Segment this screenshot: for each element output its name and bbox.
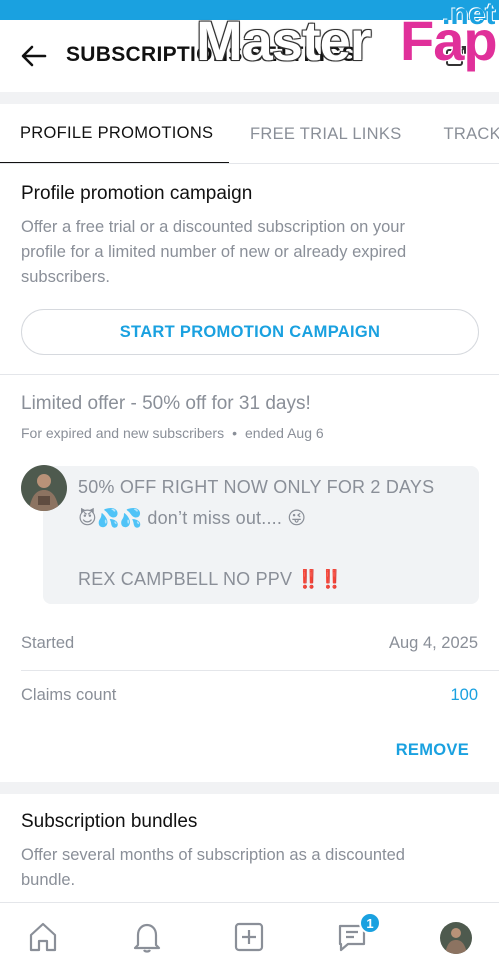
promotion-section-title: Profile promotion campaign [21,183,253,204]
offer-status: ended Aug 6 [245,425,324,441]
row-divider [21,670,499,671]
profile-avatar-icon [440,922,472,954]
plus-square-icon [234,922,264,952]
messages-badge: 1 [359,912,381,934]
offer-meta: For expired and new subscribers • ended Au… [21,425,324,441]
bottom-navigation [0,902,499,960]
remove-button[interactable]: REMOVE [396,741,469,760]
offer-message-line-3: REX CAMPBELL NO PPV ‼️‼️ [78,569,343,589]
status-bar [0,0,499,20]
section-separator [0,782,499,794]
tab-profile-promotions[interactable]: PROFILE PROMOTIONS [0,104,229,163]
promotion-description-line-1: Offer a free trial or a discounted subsc… [21,218,405,236]
header-separator [0,92,499,104]
started-label: Started [21,634,75,652]
nav-profile-avatar[interactable] [440,922,472,954]
offer-audience: For expired and new subscribers [21,425,225,441]
offer-title: Limited offer - 50% off for 31 days! [21,393,311,414]
separator-dot: • [232,425,238,441]
bundles-description-line-2: bundle. [21,871,76,889]
tab-free-trial-links[interactable]: FREE TRIAL LINKS [229,104,423,163]
top-app-bar: SUBSCRIPTIONS SETTINGS [0,20,499,92]
claims-count-label: Claims count [21,686,117,704]
bundles-section-title: Subscription bundles [21,811,198,832]
tab-bar: PROFILE PROMOTIONS FREE TRIAL LINKS TRAC… [0,104,499,164]
bell-icon [133,923,161,953]
avatar [21,465,67,511]
share-icon [446,46,466,66]
promotion-description-line-2: profile for a limited number of new or a… [21,243,407,261]
section-divider [0,374,499,375]
home-icon [29,922,57,952]
page-title: SUBSCRIPTIONS SETTINGS [66,43,357,66]
nav-notifications[interactable] [127,917,167,957]
back-button[interactable] [14,42,54,70]
nav-home[interactable] [23,917,63,957]
promotion-description-line-3: subscribers. [21,268,110,286]
nav-add-post[interactable] [229,917,269,957]
offer-message-line-2: 😈💦💦 don’t miss out.... 😜 [78,508,307,528]
tab-tracking-links[interactable]: TRACKING LINKS [423,104,499,163]
start-promotion-campaign-button[interactable]: START PROMOTION CAMPAIGN [21,309,479,355]
arrow-left-icon [21,45,47,67]
claims-count-value[interactable]: 100 [450,686,478,705]
bundles-description-line-1: Offer several months of subscription as … [21,846,405,864]
header-action-button[interactable] [441,42,471,70]
user-avatar-icon [21,465,67,511]
started-value: Aug 4, 2025 [389,634,478,652]
offer-message-line-1: 50% OFF RIGHT NOW ONLY FOR 2 DAYS [78,477,435,497]
